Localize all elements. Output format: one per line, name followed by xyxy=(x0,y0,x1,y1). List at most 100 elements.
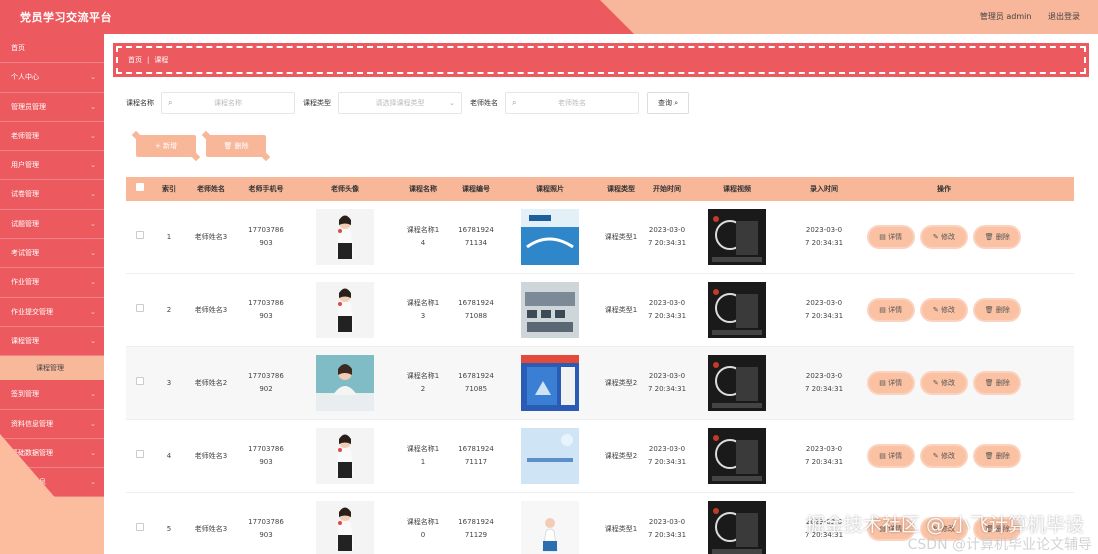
sidebar-item[interactable]: 作业管理 ⌄ xyxy=(0,268,104,298)
column-header: 课程照片 xyxy=(536,184,564,193)
entry-time-cell: 2023-03-0 7 20:34:31 xyxy=(804,226,844,247)
table-row: 1 老师姓名3 17703786 903 课程名称1 4 16781924 71134 课程类型… xyxy=(126,201,1074,274)
trash-icon: 🗑 xyxy=(984,452,994,460)
entry-time-cell: 2023-03-0 7 20:34:31 xyxy=(804,299,844,320)
course-video[interactable] xyxy=(690,282,784,338)
detail-button[interactable]: ▤ 详情 xyxy=(868,300,913,320)
column-header: 老师手机号 xyxy=(248,184,284,193)
pencil-icon: ✎ xyxy=(932,379,939,387)
sidebar-item-label: 试题管理 xyxy=(11,219,39,228)
delete-button[interactable]: 🗑 删除 xyxy=(975,227,1020,247)
sidebar-item[interactable]: 个人中心 ⌄ xyxy=(0,63,104,93)
course-name-cell: 课程名称1 2 xyxy=(406,372,440,393)
course-photo xyxy=(502,209,598,265)
start-time-cell: 2023-03-0 7 20:34:31 xyxy=(647,518,687,539)
row-checkbox[interactable] xyxy=(136,522,144,531)
detail-button[interactable]: ▤ 详情 xyxy=(868,373,913,393)
chevron-down-icon: ⌄ xyxy=(90,219,96,228)
table-header: 索引 老师姓名 老师手机号 老师头像 课程名称 课程编号 课程照片 课程类型 开始时间 课程视频 录… xyxy=(126,177,1074,201)
course-video[interactable] xyxy=(690,428,784,484)
row-index: 3 xyxy=(166,378,172,387)
column-header: 索引 xyxy=(162,184,176,193)
start-time-cell: 2023-03-0 7 20:34:31 xyxy=(647,445,687,466)
edit-button[interactable]: ✎ 修改 xyxy=(921,373,966,393)
chevron-down-icon: ⌄ xyxy=(449,99,455,107)
course-type-select[interactable]: 请选择课程类型 ⌄ xyxy=(338,92,462,114)
delete-button[interactable]: 🗑 删除 xyxy=(975,446,1020,466)
batch-delete-button[interactable]: 🗑 删除 xyxy=(206,135,266,157)
row-checkbox[interactable] xyxy=(136,303,144,312)
row-index: 4 xyxy=(166,451,172,460)
course-photo xyxy=(502,428,598,484)
chevron-down-icon: ⌄ xyxy=(90,307,96,316)
sidebar-item[interactable]: 签到管理 ⌄ xyxy=(0,380,104,410)
detail-button[interactable]: ▤ 详情 xyxy=(868,446,913,466)
course-name-cell: 课程名称1 0 xyxy=(406,518,440,539)
row-checkbox[interactable] xyxy=(136,230,144,239)
breadcrumb-home[interactable]: 首页 xyxy=(128,56,142,64)
chevron-down-icon: ⌄ xyxy=(90,102,96,111)
course-photo xyxy=(502,282,598,338)
app-title: 党员学习交流平台 xyxy=(20,11,112,24)
sidebar-item-label: 课程管理 xyxy=(11,336,39,345)
row-checkbox[interactable] xyxy=(136,449,144,458)
course-video[interactable] xyxy=(690,501,784,554)
course-photo xyxy=(502,355,598,411)
sidebar-item-label: 管理员管理 xyxy=(11,102,46,111)
row-actions: ▤ 详情 ✎ 修改 🗑 删除 xyxy=(864,446,1024,466)
course-table: 索引 老师姓名 老师手机号 老师头像 课程名称 课程编号 课程照片 课程类型 开始时间 课程视频 录… xyxy=(126,177,1074,554)
course-code-cell: 16781924 71134 xyxy=(458,226,494,247)
chevron-down-icon: ⌄ xyxy=(90,73,96,82)
column-header: 老师头像 xyxy=(331,184,359,193)
start-time-cell: 2023-03-0 7 20:34:31 xyxy=(647,226,687,247)
logout-link[interactable]: 退出登录 xyxy=(1048,12,1080,21)
row-index: 1 xyxy=(166,232,172,241)
column-header: 老师姓名 xyxy=(197,184,225,193)
course-video[interactable] xyxy=(690,209,784,265)
column-header: 课程名称 xyxy=(409,184,437,193)
sidebar-item[interactable]: 用户管理 ⌄ xyxy=(0,151,104,181)
sidebar-item-label: 作业管理 xyxy=(11,278,39,287)
trash-icon: 🗑 xyxy=(984,306,994,314)
course-name-input[interactable]: ⌕ 课程名称 xyxy=(161,92,295,114)
entry-time-cell: 2023-03-0 7 20:34:31 xyxy=(804,372,844,393)
sidebar-item[interactable]: 管理员管理 ⌄ xyxy=(0,92,104,122)
row-actions: ▤ 详情 ✎ 修改 🗑 删除 xyxy=(864,227,1024,247)
sidebar-item[interactable]: 试卷管理 ⌄ xyxy=(0,180,104,210)
sidebar-subitem[interactable]: 课程管理 xyxy=(0,356,104,381)
sidebar-item[interactable]: 课程管理 ⌄ xyxy=(0,326,104,357)
delete-button[interactable]: 🗑 删除 xyxy=(975,300,1020,320)
chevron-down-icon: ⌄ xyxy=(90,390,96,399)
edit-button[interactable]: ✎ 修改 xyxy=(921,227,966,247)
edit-button[interactable]: ✎ 修改 xyxy=(921,300,966,320)
plus-icon: + xyxy=(154,142,161,150)
search-icon: ⌕ xyxy=(168,98,173,107)
user-label: 管理员 admin xyxy=(979,12,1032,21)
course-photo xyxy=(502,501,598,554)
watermark-secondary: CSDN @计算机毕业论文辅导 xyxy=(907,537,1092,553)
course-video[interactable] xyxy=(690,355,784,411)
query-button[interactable]: 查询 ⌕ xyxy=(647,92,690,114)
course-code-cell: 16781924 71117 xyxy=(458,445,494,466)
trash-icon: 🗑 xyxy=(223,142,233,150)
sidebar-item[interactable]: 试题管理 ⌄ xyxy=(0,209,104,240)
teacher-name-input[interactable]: ⌕ 老师姓名 xyxy=(505,92,639,114)
course-type-cell: 课程类型1 xyxy=(604,524,638,533)
sidebar-item[interactable]: 首页 xyxy=(0,34,104,64)
sidebar-item[interactable]: 考试管理 ⌄ xyxy=(0,239,104,269)
breadcrumb-bar: 首页 | 课程 xyxy=(113,43,1089,77)
detail-button[interactable]: ▤ 详情 xyxy=(868,227,913,247)
delete-button[interactable]: 🗑 删除 xyxy=(975,373,1020,393)
sidebar-item[interactable]: 作业提交管理 ⌄ xyxy=(0,297,104,327)
document-icon: ▤ xyxy=(879,306,886,314)
edit-button[interactable]: ✎ 修改 xyxy=(921,446,966,466)
document-icon: ▤ xyxy=(879,379,886,387)
chevron-down-icon: ⌄ xyxy=(90,161,96,170)
add-button[interactable]: + 新增 xyxy=(136,135,196,157)
top-header: 党员学习交流平台 管理员 admin 退出登录 xyxy=(0,0,1098,34)
row-actions: ▤ 详情 ✎ 修改 🗑 删除 xyxy=(864,373,1024,393)
start-time-cell: 2023-03-0 7 20:34:31 xyxy=(647,299,687,320)
select-all-checkbox[interactable] xyxy=(136,182,144,191)
row-checkbox[interactable] xyxy=(136,376,144,385)
sidebar-item[interactable]: 老师管理 ⌄ xyxy=(0,121,104,152)
